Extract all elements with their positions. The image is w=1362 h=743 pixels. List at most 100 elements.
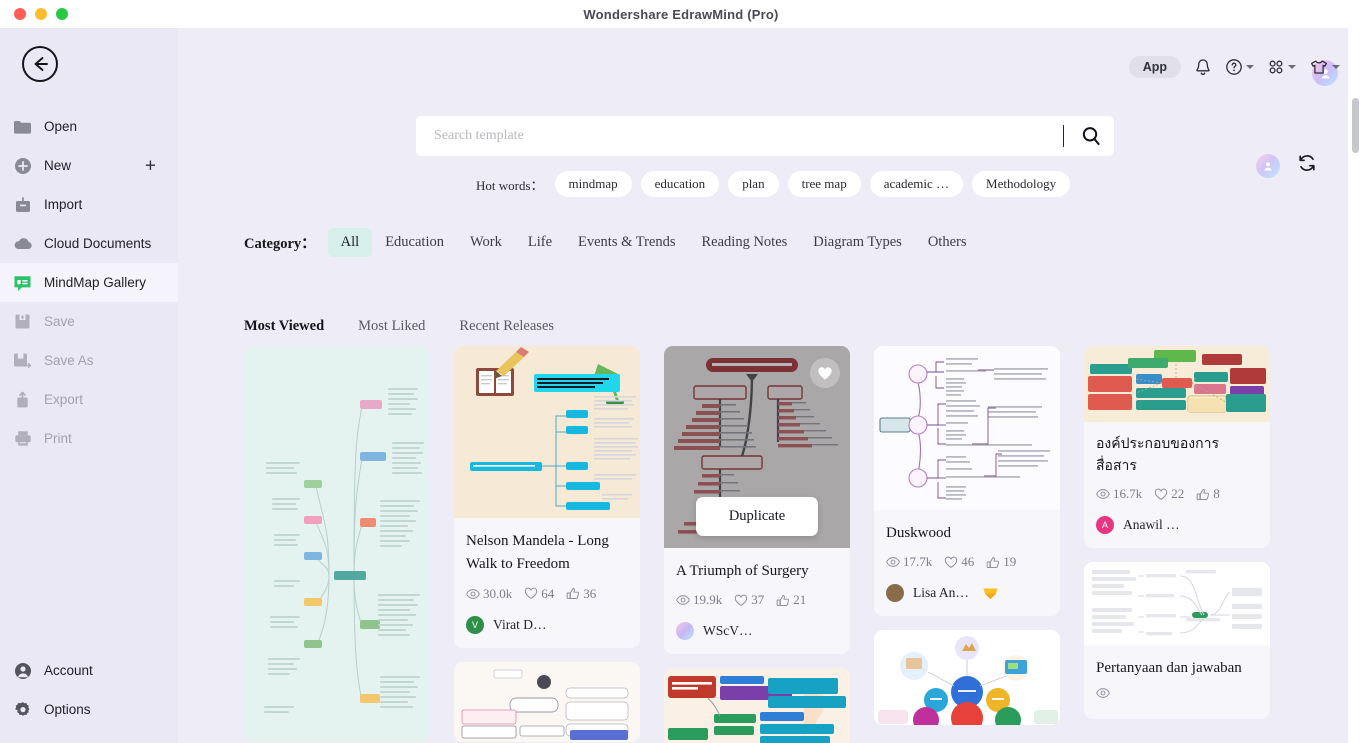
hot-word-chip[interactable]: tree map [787,171,861,197]
sort-tab-most-viewed[interactable]: Most Viewed [244,318,324,335]
scrollbar-track[interactable] [1348,28,1362,743]
template-card[interactable] [454,661,640,742]
search-box[interactable] [416,116,1114,156]
hot-word-chip[interactable]: mindmap [554,171,632,197]
hot-word-chip[interactable]: plan [728,171,779,197]
sidebar-item-open[interactable]: Open [0,107,178,146]
notifications-button[interactable] [1194,58,1212,77]
sidebar-item-label: New [44,158,72,173]
likes-count: 64 [541,585,555,601]
back-button[interactable] [22,46,58,82]
hot-word-chip[interactable]: academic … [869,171,964,197]
new-add-button[interactable]: + [145,156,156,175]
chevron-down-icon [1246,65,1254,69]
sidebar-item-cloud-documents[interactable]: Cloud Documents [0,224,178,263]
heart-outline-icon [735,594,748,606]
category-item-education[interactable]: Education [372,228,457,257]
thumbs-count: 19 [1003,554,1017,570]
scrollbar-thumb[interactable] [1352,98,1359,153]
category-item-life[interactable]: Life [515,228,565,257]
application-window: Wondershare EdrawMind (Pro) Open New + I… [0,0,1362,743]
template-card[interactable] [664,668,850,743]
duplicate-button[interactable]: Duplicate [696,497,818,536]
template-author[interactable]: Lisa An… [886,584,1048,603]
favorite-button[interactable] [810,358,840,388]
template-thumbnail [454,346,640,518]
hot-word-chip[interactable]: Methodology [972,171,1071,197]
sidebar-item-options[interactable]: Options [0,690,178,729]
template-card[interactable] [244,346,430,742]
avatar [886,584,904,603]
sidebar-item-print[interactable]: Print [0,419,178,458]
template-stats: 17.7k 46 19 [886,554,1048,570]
views-stat [1096,687,1113,699]
search-input[interactable] [434,128,1059,144]
sidebar-item-new[interactable]: New + [0,146,178,185]
category-item-work[interactable]: Work [457,228,515,257]
template-card[interactable]: Nelson Mandela - Long Walk to Freedom 30… [454,346,640,648]
sort-tab-most-liked[interactable]: Most Liked [358,318,425,335]
export-icon [12,389,33,410]
sidebar-item-label: Print [44,431,72,446]
refresh-button[interactable] [1296,152,1318,179]
sidebar-item-save[interactable]: Save [0,302,178,341]
app-button[interactable]: App [1128,56,1181,78]
mindmap-preview-duskwood [874,346,1060,510]
back-arrow-icon [34,57,48,71]
template-thumbnail [664,668,850,743]
eye-icon [1096,687,1110,698]
mindmap-preview-pertanyaan [1084,562,1270,646]
thumbs-stat: 8 [1196,486,1220,502]
sidebar-item-save-as[interactable]: Save As [0,341,178,380]
category-item-all[interactable]: All [327,228,373,257]
thumbs-stat: 36 [566,586,596,602]
sidebar-item-export[interactable]: Export [0,380,178,419]
template-author[interactable]: V Virat D… [466,615,628,634]
hot-word-chip[interactable]: education [640,171,720,197]
template-author[interactable]: WScV… [676,622,838,641]
cloud-icon [12,233,33,254]
crown-badge-icon [982,586,999,600]
category-row: Category： All Education Work Life Events… [244,228,979,257]
sidebar-item-account[interactable]: Account [0,651,178,690]
template-card[interactable]: Pertanyaan dan jawaban [1084,562,1270,719]
apps-grid-icon [1269,60,1283,74]
template-card-body: Duskwood 17.7k 46 19 Lisa An… [874,510,1060,616]
avatar: A [1096,516,1114,535]
template-card-hovered[interactable]: Duplicate A Triumph of Surgery 19.9k 37 [664,346,850,655]
sidebar-item-mindmap-gallery[interactable]: MindMap Gallery [0,263,178,302]
sort-tab-recent-releases[interactable]: Recent Releases [459,318,554,335]
template-thumbnail [1084,562,1270,646]
eye-icon [886,557,900,568]
sidebar-item-label: Save As [44,353,94,368]
template-card[interactable]: องค์ประกอบของการสื่อสาร 16.7k 22 8 A Ana… [1084,346,1270,549]
help-button[interactable] [1225,58,1254,76]
thumbs-up-icon [566,588,580,599]
gallery-avatar[interactable] [1256,153,1280,178]
maximize-window-button[interactable] [56,8,68,20]
apps-grid-button[interactable] [1267,58,1296,76]
close-window-button[interactable] [14,8,26,20]
author-name: WScV… [703,623,753,639]
category-item-diagram-types[interactable]: Diagram Types [800,228,915,257]
template-author[interactable]: A Anawil … [1096,516,1258,535]
category-item-events-trends[interactable]: Events & Trends [565,228,689,257]
sidebar-nav: Open New + Import Cloud Documents MindMa… [0,107,178,458]
category-item-reading-notes[interactable]: Reading Notes [689,228,801,257]
template-title: Duskwood [886,525,952,541]
views-count: 30.0k [483,585,513,601]
template-thumbnail [1084,346,1270,422]
theme-button[interactable] [1309,58,1340,76]
template-card[interactable] [874,630,1060,726]
minimize-window-button[interactable] [35,8,47,20]
sort-tabs: Most Viewed Most Liked Recent Releases [244,318,554,335]
mindmap-preview-partial-2 [664,668,850,743]
category-item-others[interactable]: Others [915,228,980,257]
grid-column-1 [244,346,430,743]
search-button[interactable] [1076,121,1106,151]
heart-icon [818,366,832,379]
mindmap-preview-partial-1 [454,661,640,742]
sidebar-item-import[interactable]: Import [0,185,178,224]
template-card[interactable]: Duskwood 17.7k 46 19 Lisa An… [874,346,1060,617]
template-stats: 19.9k 37 21 [676,592,838,608]
